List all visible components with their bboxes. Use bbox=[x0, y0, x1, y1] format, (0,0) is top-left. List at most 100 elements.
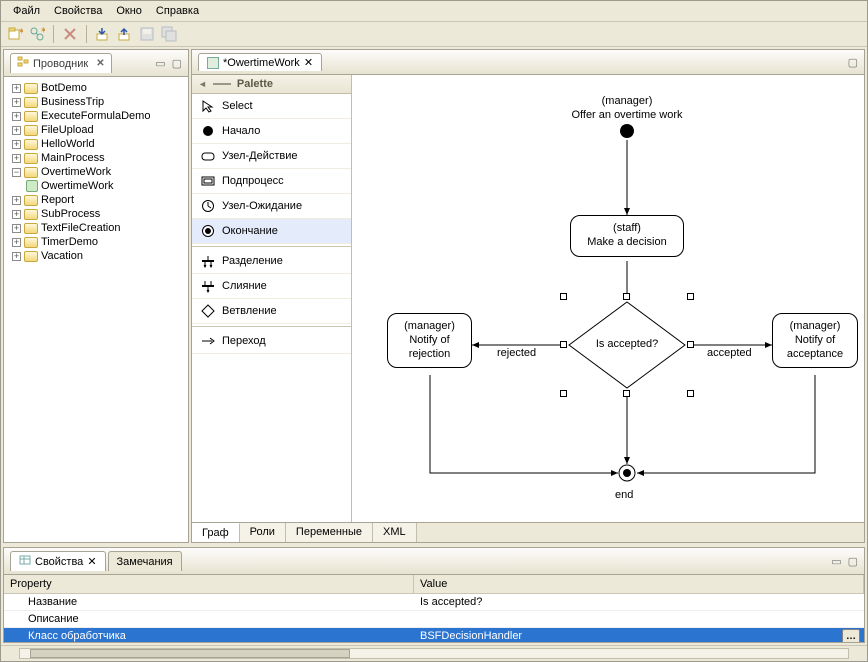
end-label: end bbox=[615, 489, 633, 501]
tree-label: TextFileCreation bbox=[41, 222, 120, 234]
col-property[interactable]: Property bbox=[4, 575, 414, 593]
menubar: Файл Свойства Окно Справка bbox=[1, 1, 867, 22]
property-name: Класс обработчика bbox=[4, 628, 414, 642]
tree-item[interactable]: +ExecuteFormulaDemo bbox=[4, 109, 188, 123]
tree-item[interactable]: −OvertimeWork bbox=[4, 165, 188, 179]
expand-icon[interactable]: + bbox=[12, 196, 21, 205]
palette-item-wait[interactable]: Узел-Ожидание bbox=[192, 194, 351, 219]
new-process-icon[interactable]: ✶ bbox=[29, 26, 45, 42]
maximize-icon[interactable]: ▢ bbox=[848, 57, 858, 69]
tab-label: Свойства bbox=[35, 556, 83, 568]
drag-handle-icon[interactable] bbox=[213, 83, 231, 85]
palette-item-join[interactable]: Слияние bbox=[192, 274, 351, 299]
tree-item[interactable]: +HelloWorld bbox=[4, 137, 188, 151]
properties-panel: Свойства ✕ Замечания ▭ ▢ Property Value … bbox=[3, 547, 865, 643]
palette-label: Окончание bbox=[222, 225, 278, 237]
collapse-left-icon[interactable]: ◄ bbox=[198, 79, 207, 89]
tree-item[interactable]: +BusinessTrip bbox=[4, 95, 188, 109]
explorer-tab[interactable]: Проводник ✕ bbox=[10, 53, 112, 73]
palette-item-end[interactable]: Окончание bbox=[192, 219, 351, 244]
tree-item[interactable]: +Report bbox=[4, 193, 188, 207]
palette-header[interactable]: ◄ Palette bbox=[192, 75, 351, 94]
editor-tab-vars[interactable]: Переменные bbox=[286, 523, 373, 542]
new-project-icon[interactable]: ✶ bbox=[7, 26, 23, 42]
property-row-selected[interactable]: Класс обработчика BSFDecisionHandler … bbox=[4, 628, 864, 642]
delete-icon[interactable] bbox=[62, 26, 78, 42]
menu-help[interactable]: Справка bbox=[150, 3, 205, 19]
scrollbar-thumb[interactable] bbox=[30, 649, 350, 658]
expand-icon[interactable]: + bbox=[12, 238, 21, 247]
tree-item[interactable]: +TimerDemo bbox=[4, 235, 188, 249]
minimize-icon[interactable]: ▭ bbox=[155, 57, 165, 70]
node-label: rejection bbox=[396, 348, 463, 362]
tree-label: SubProcess bbox=[41, 208, 100, 220]
expand-icon[interactable]: + bbox=[12, 126, 21, 135]
editor-tab-xml[interactable]: XML bbox=[373, 523, 417, 542]
expand-icon[interactable]: + bbox=[12, 210, 21, 219]
property-value[interactable]: Is accepted? bbox=[414, 594, 864, 610]
palette-label: Слияние bbox=[222, 280, 267, 292]
tree-item[interactable]: + SubProcess bbox=[4, 207, 188, 221]
edit-button[interactable]: … bbox=[842, 629, 860, 642]
node-role: (manager) bbox=[781, 320, 849, 334]
expand-icon[interactable]: + bbox=[12, 140, 21, 149]
palette-item-transition[interactable]: Переход bbox=[192, 329, 351, 354]
export-icon[interactable] bbox=[117, 26, 133, 42]
property-row[interactable]: Название Is accepted? bbox=[4, 594, 864, 611]
folder-icon bbox=[24, 167, 38, 178]
tree-item[interactable]: +Vacation bbox=[4, 249, 188, 263]
menu-properties[interactable]: Свойства bbox=[48, 3, 108, 19]
expand-icon[interactable]: + bbox=[12, 98, 21, 107]
expand-icon[interactable]: + bbox=[12, 224, 21, 233]
maximize-icon[interactable]: ▢ bbox=[172, 57, 182, 70]
right-node[interactable]: (manager) Notify of acceptance bbox=[772, 313, 858, 368]
editor-tab-graph[interactable]: Граф bbox=[192, 523, 240, 542]
close-icon[interactable]: ✕ bbox=[87, 555, 96, 568]
save-icon[interactable] bbox=[139, 26, 155, 42]
menu-file[interactable]: Файл bbox=[7, 3, 46, 19]
properties-tab[interactable]: Свойства ✕ bbox=[10, 551, 106, 571]
palette-item-start[interactable]: Начало bbox=[192, 119, 351, 144]
horizontal-scrollbar[interactable] bbox=[1, 645, 867, 661]
remarks-tab[interactable]: Замечания bbox=[108, 551, 182, 571]
import-icon[interactable] bbox=[95, 26, 111, 42]
selection-handles[interactable] bbox=[563, 296, 691, 394]
palette-item-action[interactable]: Узел-Действие bbox=[192, 144, 351, 169]
tree-item[interactable]: + BotDemo bbox=[4, 81, 188, 95]
expand-icon[interactable]: + bbox=[12, 154, 21, 163]
property-row[interactable]: Описание bbox=[4, 611, 864, 628]
tree-label: BotDemo bbox=[41, 82, 87, 94]
tree-item[interactable]: + TextFileCreation bbox=[4, 221, 188, 235]
editor-tab-roles[interactable]: Роли bbox=[240, 523, 286, 542]
collapse-icon[interactable]: − bbox=[12, 168, 21, 177]
minimize-icon[interactable]: ▭ bbox=[831, 555, 841, 568]
menu-window[interactable]: Окно bbox=[110, 3, 148, 19]
expand-icon[interactable]: + bbox=[12, 84, 21, 93]
save-all-icon[interactable] bbox=[161, 26, 177, 42]
start-node-icon bbox=[200, 123, 216, 139]
palette-item-subprocess[interactable]: Подпроцесс bbox=[192, 169, 351, 194]
palette-item-select[interactable]: Select bbox=[192, 94, 351, 119]
maximize-icon[interactable]: ▢ bbox=[848, 555, 858, 568]
expand-icon[interactable]: + bbox=[12, 112, 21, 121]
left-node[interactable]: (manager) Notify of rejection bbox=[387, 313, 472, 368]
node-label: Notify of bbox=[396, 334, 463, 348]
tree-item[interactable]: +FileUpload bbox=[4, 123, 188, 137]
tree-item[interactable]: +MainProcess bbox=[4, 151, 188, 165]
col-value[interactable]: Value bbox=[414, 575, 864, 593]
close-icon[interactable]: ✕ bbox=[96, 58, 104, 69]
explorer-panel: Проводник ✕ ▭ ▢ + BotDemo +BusinessTrip +… bbox=[3, 49, 189, 543]
palette-item-fork[interactable]: Разделение bbox=[192, 249, 351, 274]
decision-node[interactable]: (staff) Make a decision bbox=[570, 215, 684, 257]
property-value[interactable]: BSFDecisionHandler … bbox=[414, 628, 864, 642]
end-node[interactable] bbox=[618, 464, 636, 482]
palette-label: Узел-Действие bbox=[222, 150, 297, 162]
tree-item-child[interactable]: OwertimeWork bbox=[4, 179, 188, 193]
palette-item-branch[interactable]: Ветвление bbox=[192, 299, 351, 324]
expand-icon[interactable]: + bbox=[12, 252, 21, 261]
close-icon[interactable]: ✕ bbox=[304, 56, 313, 69]
property-value[interactable] bbox=[414, 611, 864, 627]
editor-tab[interactable]: *OwertimeWork ✕ bbox=[198, 53, 322, 71]
start-node[interactable] bbox=[619, 123, 635, 139]
diagram-canvas[interactable]: (manager) Offer an overtime work (staff)… bbox=[352, 75, 864, 522]
